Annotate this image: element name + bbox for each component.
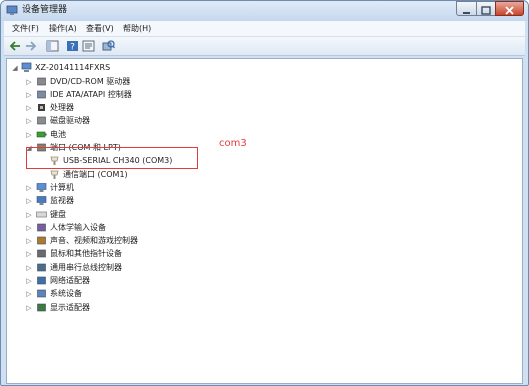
minimize-icon: [463, 12, 470, 14]
close-icon: [505, 6, 514, 15]
menu-file[interactable]: 文件(F): [12, 23, 39, 34]
com3-annotation: com3: [219, 138, 247, 149]
tree-item-label: 网络适配器: [50, 276, 90, 285]
expand-icon[interactable]: ▷: [25, 211, 33, 219]
highlight-box: [26, 147, 198, 169]
menu-bar: 文件(F) 操作(A) 查看(V) 帮助(H): [4, 21, 525, 36]
tree-item-label: IDE ATA/ATAPI 控制器: [50, 89, 132, 99]
expand-icon[interactable]: ▷: [25, 78, 33, 86]
properties-icon[interactable]: [82, 40, 95, 52]
tree-item-label: 人体学输入设备: [50, 222, 106, 232]
tree-item-label: 通信端口 (COM1): [63, 169, 128, 179]
scan-hardware-icon[interactable]: [102, 40, 115, 52]
svg-text:?: ?: [70, 43, 75, 53]
display-adapter-icon: [37, 303, 46, 311]
tree-root[interactable]: ◢ XZ-20141114FXRS: [11, 62, 211, 74]
expand-icon[interactable]: ▷: [25, 304, 33, 312]
device-manager-window: 设备管理器 文件(F) 操作(A) 查看(V) 帮助(H) ? ◢ XZ-201…: [0, 0, 529, 386]
collapse-icon[interactable]: ◢: [11, 64, 19, 72]
ide-controller-icon: [37, 90, 46, 99]
hid-icon: [37, 223, 46, 232]
help-icon[interactable]: ?: [66, 40, 79, 52]
serial-port-icon: [50, 170, 59, 179]
expand-icon[interactable]: ▷: [25, 104, 33, 112]
usb-controller-icon: [37, 263, 46, 271]
monitor-icon: [36, 196, 47, 206]
tree-category-item[interactable]: ▷ 通用串行总线控制器: [25, 262, 285, 274]
mouse-icon: [37, 250, 46, 258]
expand-icon[interactable]: ▷: [25, 250, 33, 258]
tree-category-item[interactable]: ▷ 系统设备: [25, 288, 285, 300]
tree-category-item[interactable]: ▷ 计算机: [25, 182, 285, 194]
computer-icon: [36, 183, 47, 192]
system-device-icon: [37, 289, 46, 298]
tree-item-label: 监视器: [50, 196, 74, 206]
menu-view[interactable]: 查看(V): [86, 23, 114, 34]
menu-action[interactable]: 操作(A): [49, 23, 77, 34]
keyboard-icon: [36, 211, 47, 217]
show-hide-console-tree-icon[interactable]: [46, 40, 59, 52]
battery-icon: [36, 131, 47, 137]
dvd-drive-icon: [37, 77, 46, 85]
toolbar: ?: [4, 36, 525, 56]
device-manager-icon: [6, 5, 18, 15]
processor-icon: [38, 104, 45, 112]
tree-category-item[interactable]: ▷ 监视器: [25, 195, 285, 207]
expand-icon[interactable]: ▷: [25, 184, 33, 192]
tree-category-item[interactable]: ▷ 人体学输入设备: [25, 222, 285, 234]
expand-icon[interactable]: ▷: [25, 117, 33, 125]
expand-icon[interactable]: ▷: [25, 290, 33, 298]
maximize-button[interactable]: [476, 1, 496, 16]
tree-item-label: 通用串行总线控制器: [50, 262, 122, 272]
tree-category-item[interactable]: ▷ 磁盘驱动器: [25, 115, 285, 127]
back-icon[interactable]: [9, 40, 22, 52]
close-button[interactable]: [495, 1, 524, 16]
disk-drive-icon: [37, 117, 46, 125]
maximize-icon: [481, 6, 491, 15]
tree-item-label: 处理器: [50, 103, 74, 113]
expand-icon[interactable]: ▷: [25, 277, 33, 285]
forward-icon[interactable]: [24, 40, 37, 52]
menu-help[interactable]: 帮助(H): [123, 23, 151, 34]
tree-item-label: 磁盘驱动器: [50, 116, 90, 126]
tree-child-item[interactable]: 通信端口 (COM1): [49, 169, 309, 181]
tree-category-item[interactable]: ▷ DVD/CD-ROM 驱动器: [25, 76, 285, 88]
minimize-button[interactable]: [456, 1, 477, 16]
tree-category-item[interactable]: ▷ 键盘: [25, 209, 285, 221]
tree-item-label: 电池: [50, 129, 66, 139]
expand-icon[interactable]: ▷: [25, 197, 33, 205]
tree-item-label: DVD/CD-ROM 驱动器: [50, 76, 131, 86]
tree-category-item[interactable]: ▷ 处理器: [25, 102, 285, 114]
title-bar[interactable]: 设备管理器: [1, 1, 528, 21]
expand-icon[interactable]: ▷: [25, 91, 33, 99]
tree-category-item[interactable]: ▷ IDE ATA/ATAPI 控制器: [25, 89, 285, 101]
tree-item-label: 计算机: [50, 182, 74, 192]
expand-icon[interactable]: ▷: [25, 131, 33, 139]
tree-category-item[interactable]: ▷ 网络适配器: [25, 275, 285, 287]
window-title: 设备管理器: [22, 5, 68, 15]
computer-icon: [21, 62, 32, 72]
tree-category-item[interactable]: ▷ 声音、视频和游戏控制器: [25, 235, 285, 247]
expand-icon[interactable]: ▷: [25, 264, 33, 272]
tree-item-label: 系统设备: [50, 289, 82, 299]
tree-category-item[interactable]: ▷ 显示适配器: [25, 302, 285, 314]
network-adapter-icon: [37, 276, 46, 285]
tree-root-label: XZ-20141114FXRS: [35, 63, 111, 72]
tree-item-label: 显示适配器: [50, 302, 90, 312]
tree-item-label: 声音、视频和游戏控制器: [50, 236, 138, 246]
expand-icon[interactable]: ▷: [25, 224, 33, 232]
tree-item-label: 鼠标和其他指针设备: [50, 249, 122, 259]
tree-item-label: 键盘: [50, 209, 66, 219]
tree-category-item[interactable]: ▷ 鼠标和其他指针设备: [25, 248, 285, 260]
expand-icon[interactable]: ▷: [25, 237, 33, 245]
device-tree[interactable]: ◢ XZ-20141114FXRS ▷ DVD/CD-ROM 驱动器 ▷ IDE AT…: [6, 58, 523, 384]
sound-icon: [37, 236, 46, 245]
